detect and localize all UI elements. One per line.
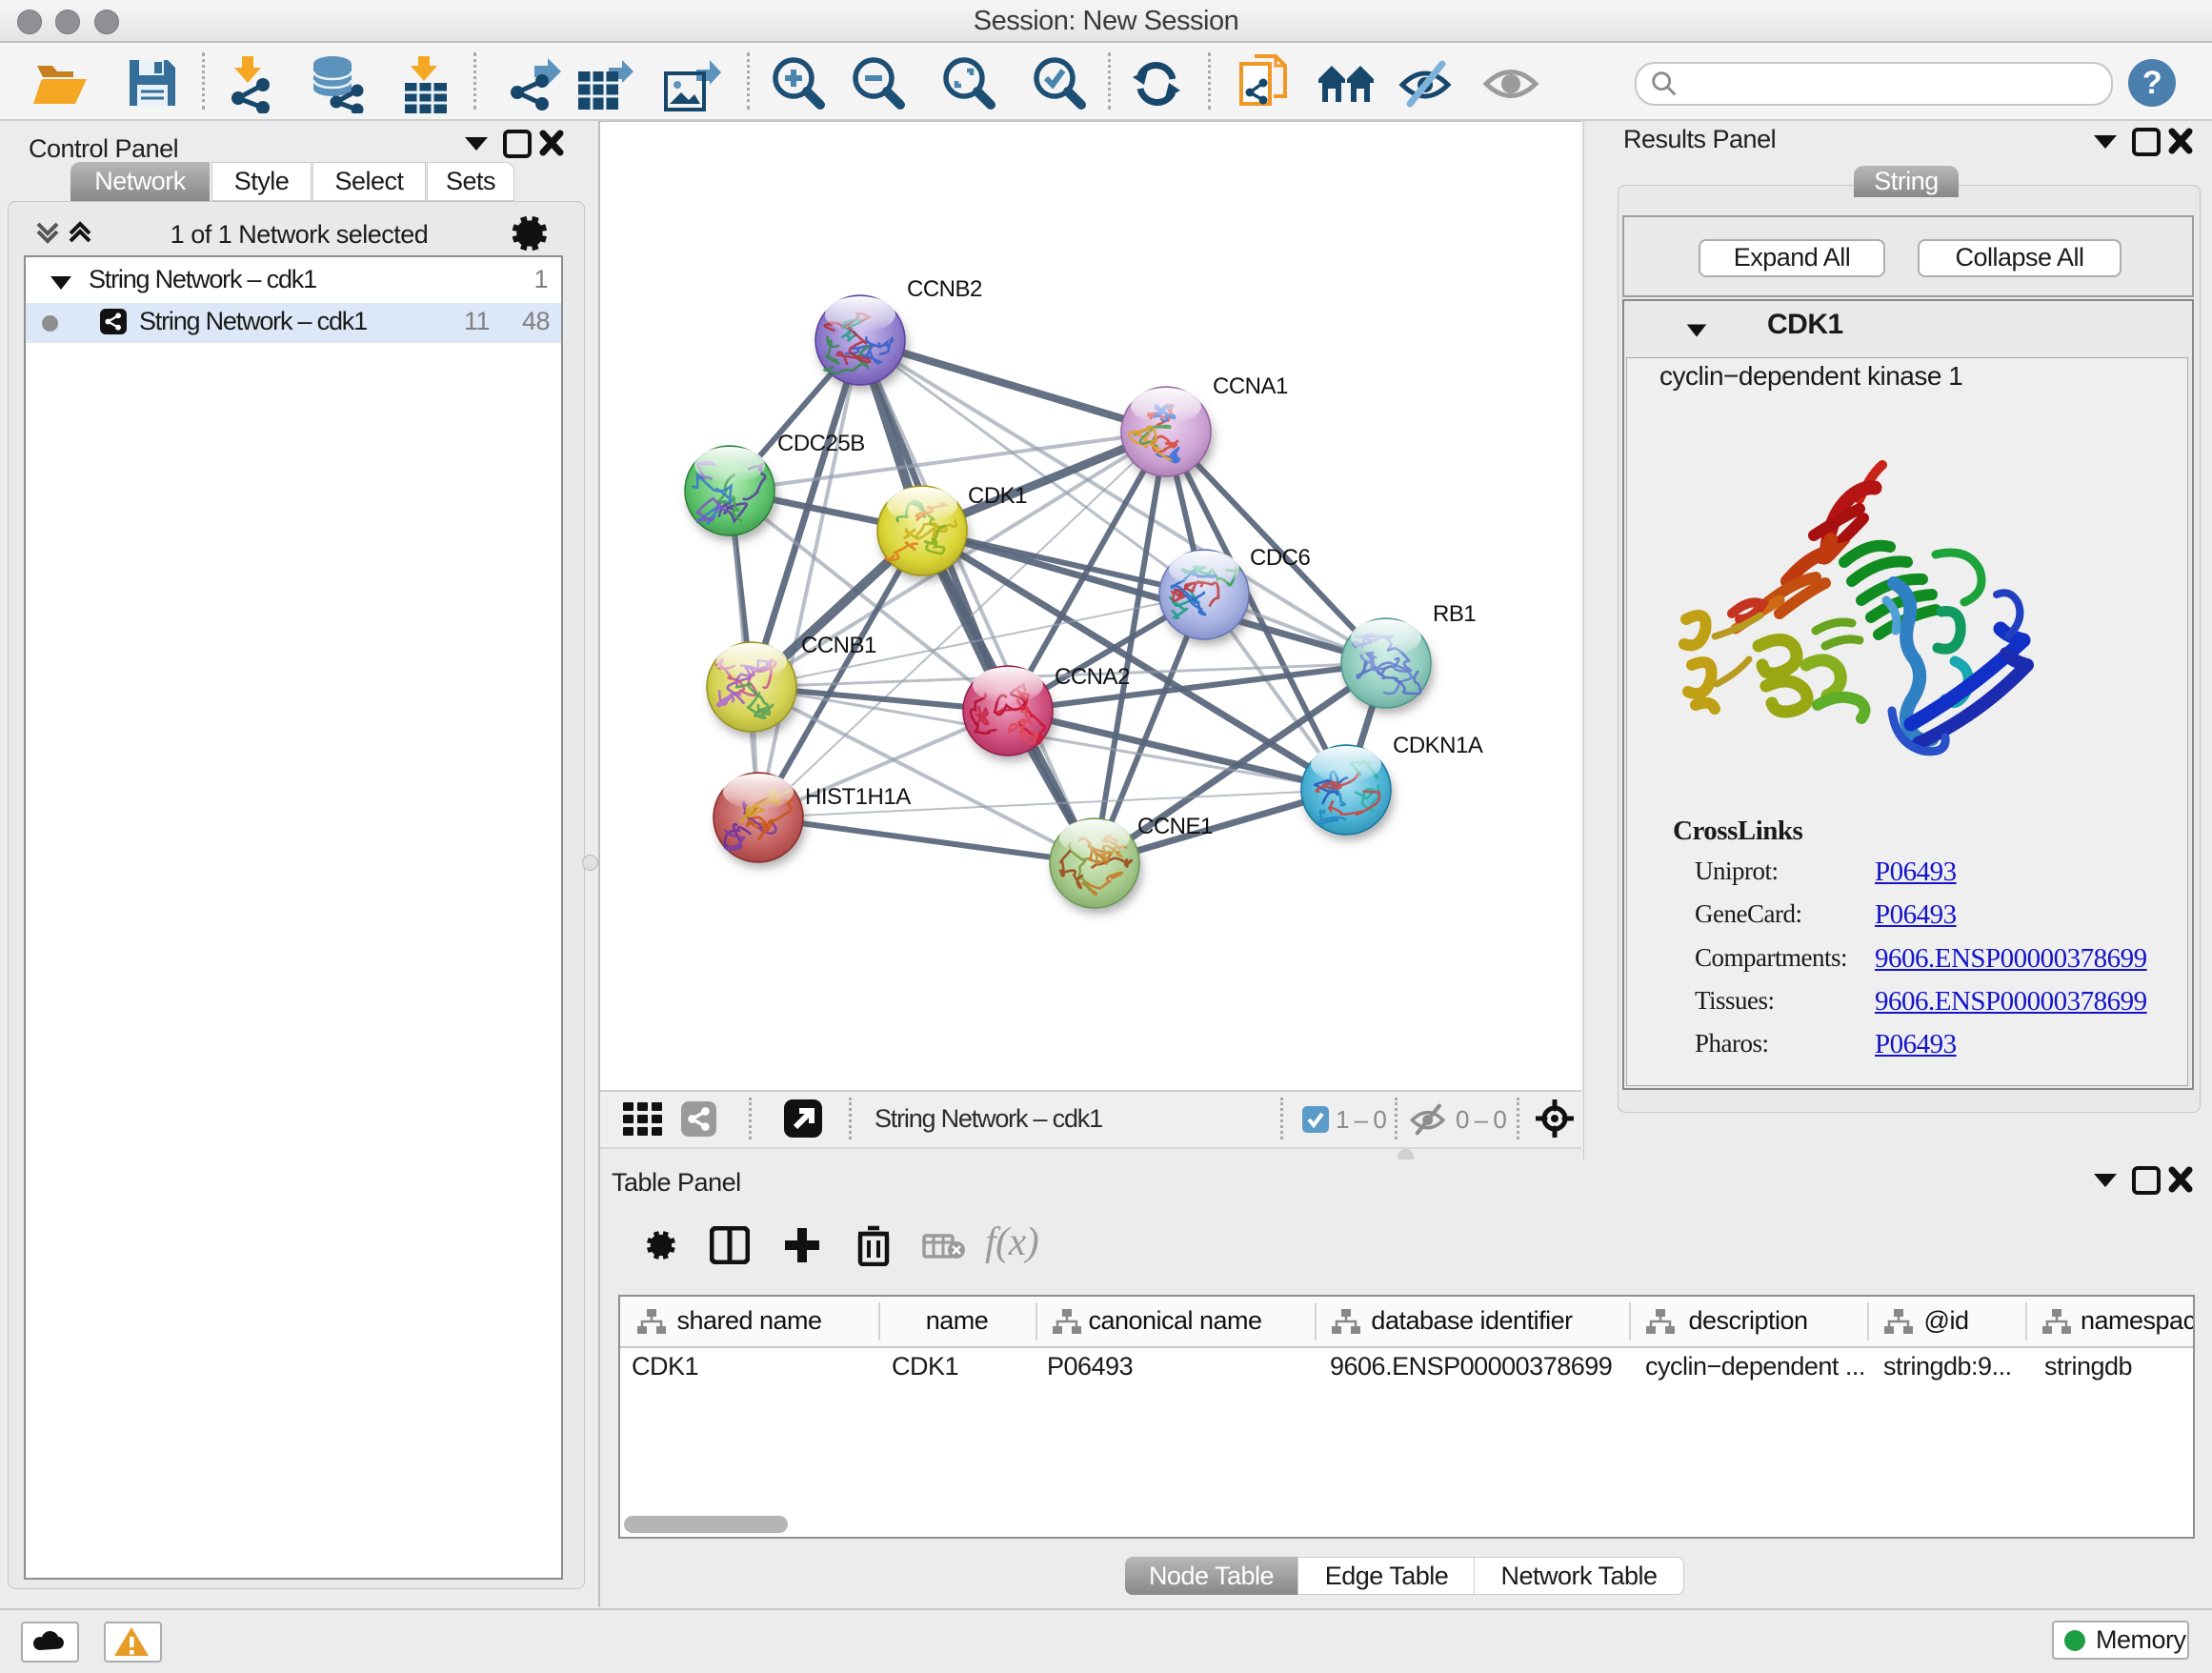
svg-text:CDK1: CDK1: [968, 483, 1027, 509]
svg-text:HIST1H1A: HIST1H1A: [805, 784, 911, 810]
svg-text:CCNE1: CCNE1: [1137, 814, 1213, 839]
svg-text:CCNB1: CCNB1: [801, 633, 876, 658]
svg-text:CDC6: CDC6: [1250, 545, 1310, 571]
svg-text:CCNB2: CCNB2: [907, 276, 982, 302]
svg-text:CCNA2: CCNA2: [1055, 664, 1130, 690]
svg-text:CDC25B: CDC25B: [777, 431, 865, 456]
svg-text:CDKN1A: CDKN1A: [1393, 733, 1483, 758]
svg-text:RB1: RB1: [1433, 601, 1476, 627]
svg-text:CCNA1: CCNA1: [1213, 373, 1288, 399]
